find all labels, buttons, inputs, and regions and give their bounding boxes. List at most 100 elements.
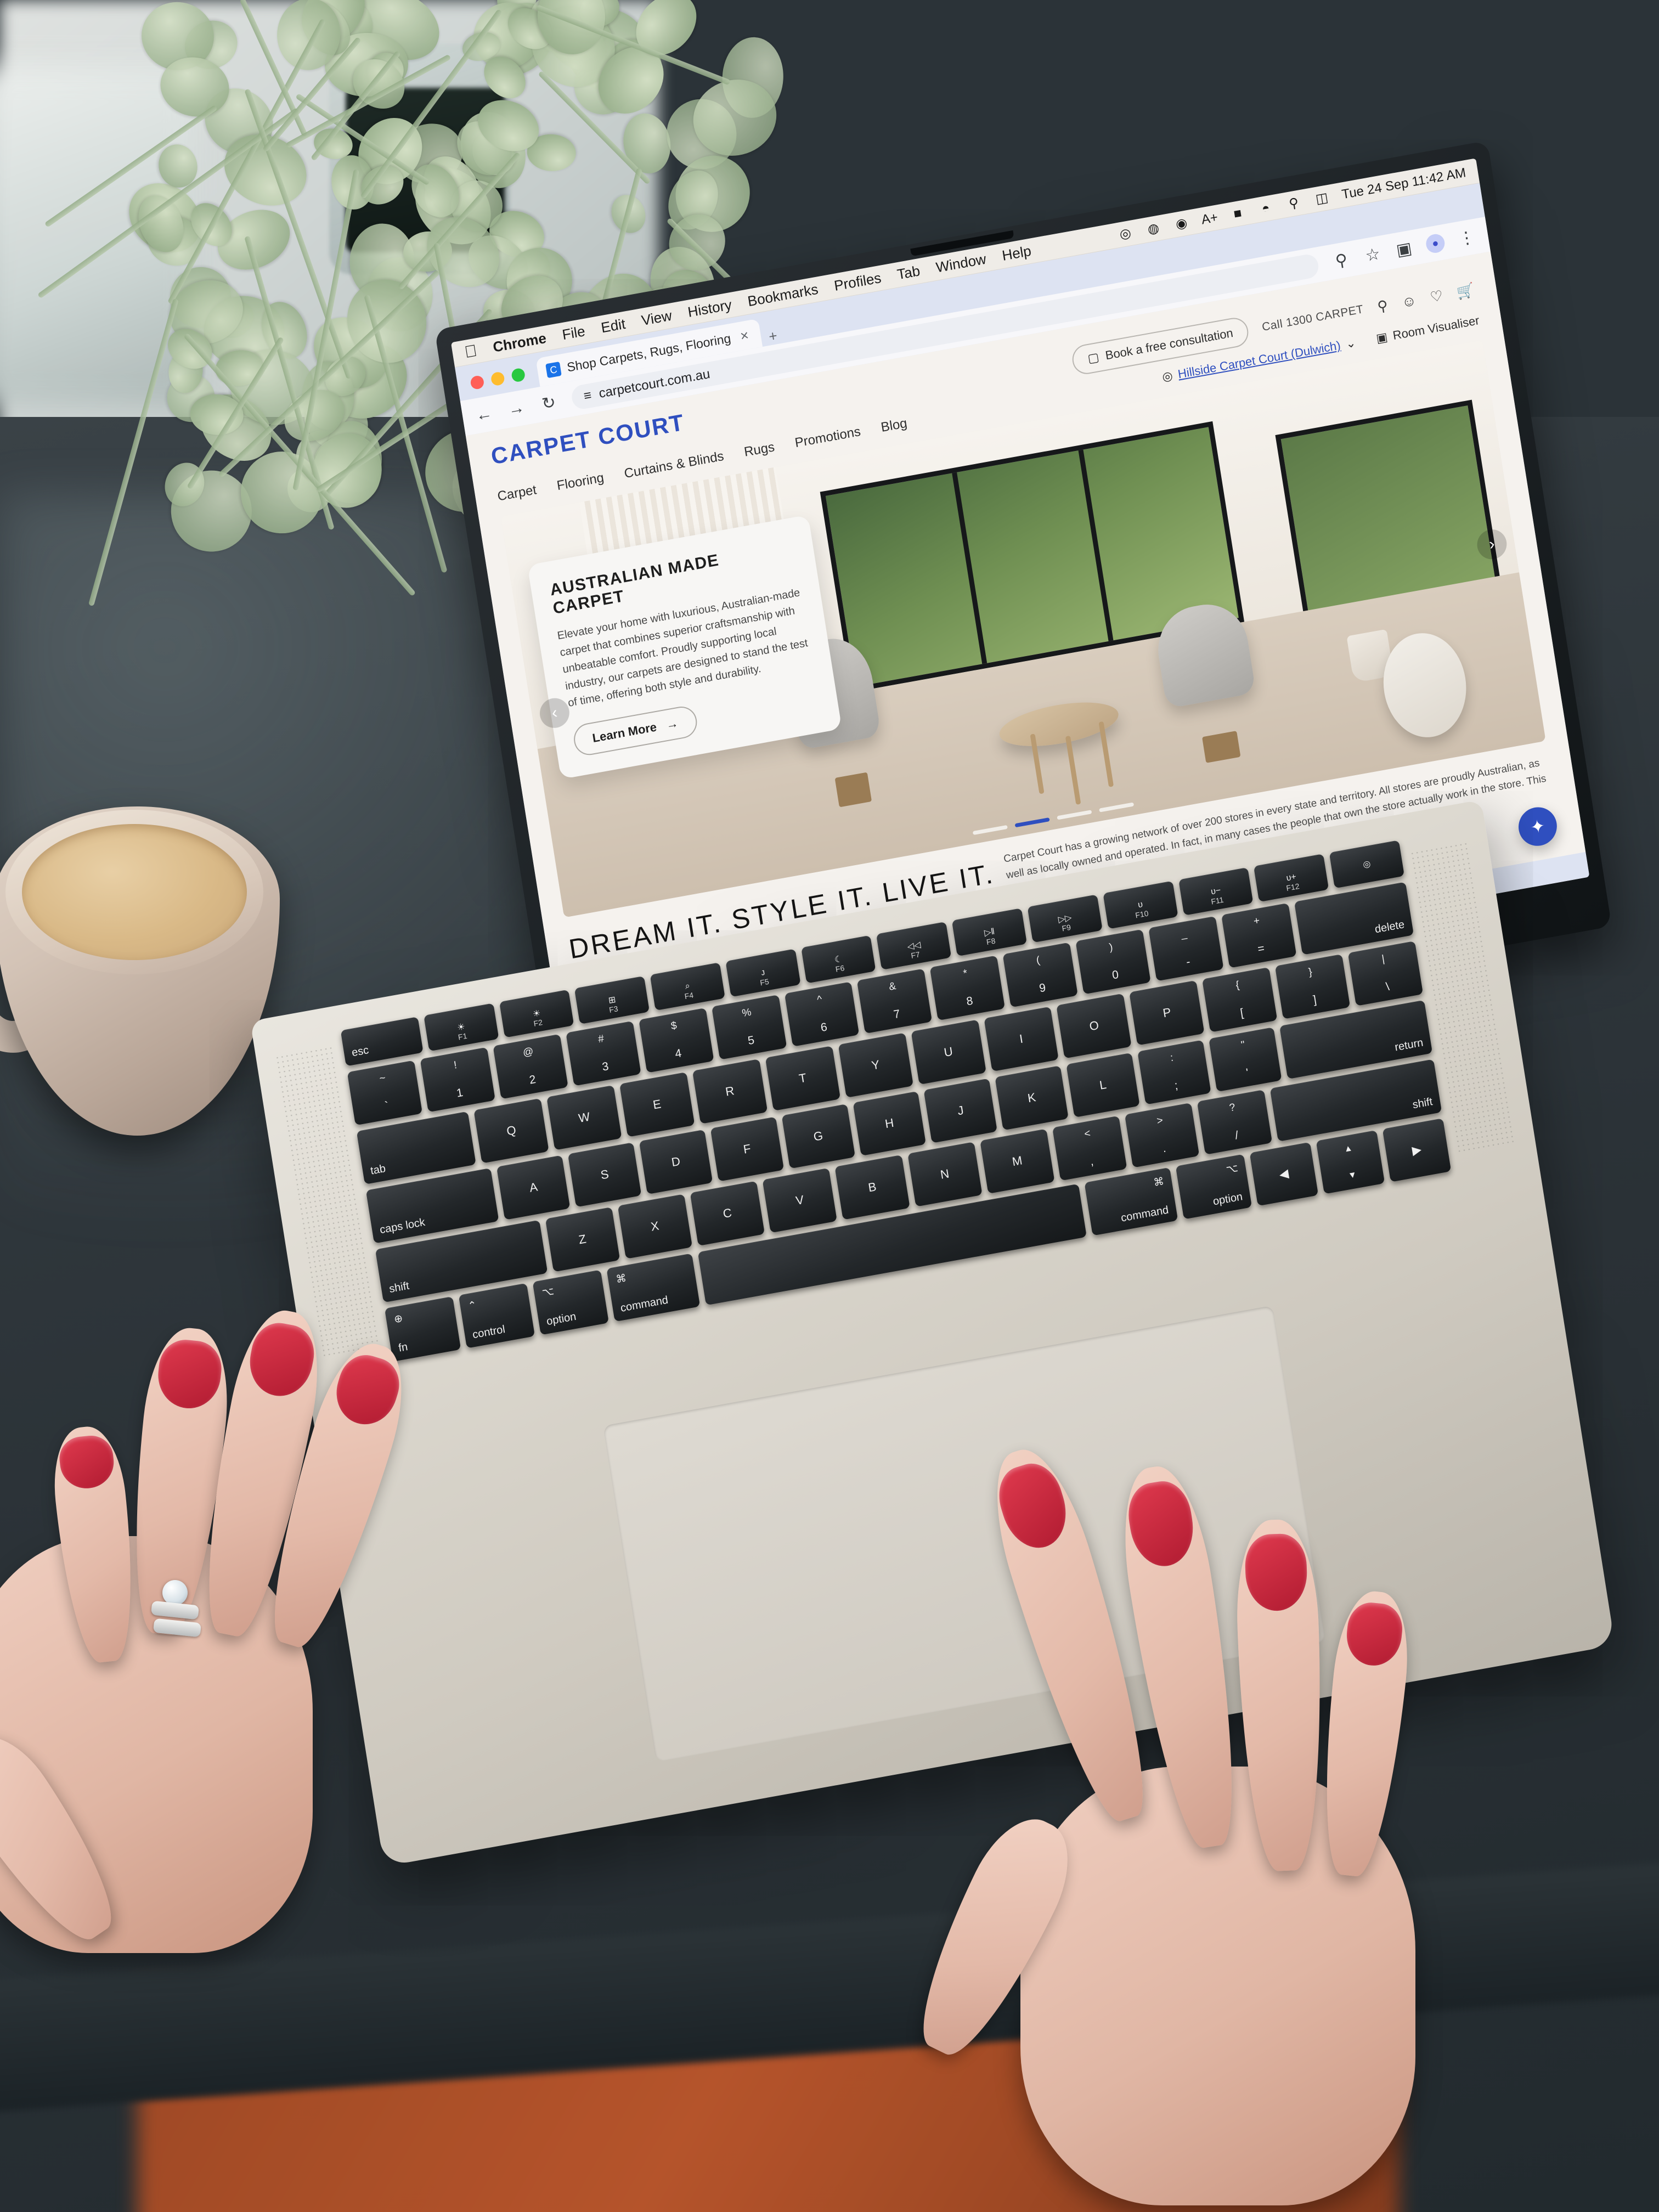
key-quote[interactable]: " ' [1208,1027,1282,1092]
chevron-down-icon[interactable]: ⌄ [1345,336,1357,352]
menu-item-tab[interactable]: Tab [896,262,921,283]
key-m[interactable]: M [979,1128,1055,1194]
menu-item-history[interactable]: History [687,296,733,321]
forward-button[interactable]: → [506,398,527,420]
stage-manager-off-icon[interactable]: ◎ [1116,224,1135,244]
key-e[interactable]: E [619,1072,695,1137]
key-u[interactable]: U [911,1019,986,1085]
key-n[interactable]: N [907,1142,983,1207]
reload-button[interactable]: ↻ [538,392,560,414]
nav-item-carpet[interactable]: Carpet [496,482,538,504]
key-fn-F1[interactable]: ☀ F1 [423,1003,499,1052]
menu-item-profiles[interactable]: Profiles [833,269,882,295]
key-command-right[interactable]: ⌘ command [1084,1167,1178,1236]
nav-item-promotions[interactable]: Promotions [794,424,862,451]
cart-icon[interactable]: 🛒 [1455,281,1476,301]
key-t[interactable]: T [765,1046,840,1111]
key-v[interactable]: V [762,1167,838,1233]
key-h[interactable]: H [853,1091,927,1156]
key-s[interactable]: S [568,1142,642,1207]
nav-item-blog[interactable]: Blog [880,416,909,436]
key-q[interactable]: Q [473,1098,549,1164]
screen-mirroring-off-icon[interactable]: ◍ [1144,219,1163,238]
key-c[interactable]: C [690,1181,765,1246]
key-fn-F12[interactable]: ᴜ+ F12 [1254,854,1329,902]
key-arrow-up-down[interactable]: ▲ ▼ [1316,1130,1385,1194]
close-window-button[interactable] [470,375,485,391]
nav-item-rugs[interactable]: Rugs [743,439,776,460]
minimize-window-button[interactable] [490,371,505,387]
key-fn-◎[interactable]: ◎ [1329,840,1404,889]
key-6[interactable]: ^ 6 [784,981,860,1047]
key-3[interactable]: #3 [566,1020,641,1086]
key-p[interactable]: P [1129,980,1205,1046]
key-y[interactable]: Y [838,1032,913,1098]
extensions-puzzle-icon[interactable]: ▣ [1393,238,1415,261]
key-g[interactable]: G [781,1104,855,1169]
key-arrow-up[interactable]: ▲ [1342,1135,1355,1163]
key-j[interactable]: J [923,1078,998,1143]
apple-menu-icon[interactable]:  [463,341,478,362]
key-[[interactable]: {[ [1202,967,1278,1032]
menu-item-help[interactable]: Help [1001,242,1032,264]
key-2[interactable]: @2 [493,1034,568,1099]
key-\[interactable]: | \ [1347,941,1424,1006]
search-icon[interactable]: ⚲ [1376,297,1389,315]
key-option-left[interactable]: ⌥ option [532,1269,610,1335]
key-f[interactable]: F [710,1116,784,1182]
key-5[interactable]: % 5 [711,995,787,1060]
key-r[interactable]: R [692,1059,768,1124]
account-icon[interactable]: ☺ [1401,291,1418,311]
control-center-icon[interactable]: ◫ [1312,189,1331,208]
nav-item-flooring[interactable]: Flooring [556,470,605,494]
key-fn-F3[interactable]: ⊞ F3 [574,975,650,1024]
key-arrow-right[interactable]: ▶ [1382,1118,1452,1182]
key-period[interactable]: >. [1125,1102,1200,1168]
key-fn-F7[interactable]: ◁◁ F7 [876,921,952,970]
key-`[interactable]: ~ ` [347,1060,422,1126]
battery-icon[interactable]: ■ [1228,204,1247,223]
menu-item-edit[interactable]: Edit [600,315,627,337]
back-button[interactable]: ← [473,404,495,426]
key-][interactable]: }] [1275,953,1351,1019]
key-0[interactable]: ) 0 [1075,929,1151,995]
key-semicolon[interactable]: :; [1137,1040,1211,1105]
new-tab-button[interactable]: + [764,326,782,346]
key-o[interactable]: O [1056,993,1132,1059]
key-slash[interactable]: ? / [1197,1090,1272,1155]
site-info-tune-icon[interactable]: ≡ [583,388,592,404]
key-arrow-left[interactable]: ◀ [1249,1142,1319,1206]
zoom-out-icon[interactable]: ⚲ [1331,249,1352,272]
key-fn-F9[interactable]: ▷▷ F9 [1027,894,1103,943]
key-b[interactable]: B [834,1154,910,1220]
key-comma[interactable]: <, [1052,1115,1127,1181]
wifi-icon[interactable]: ◓ [1256,199,1275,218]
key-fn-F6[interactable]: ☾ F6 [800,935,876,984]
key-fn-F11[interactable]: ᴜ− F11 [1178,867,1254,916]
key-4[interactable]: $4 [638,1007,714,1073]
key-option-right[interactable]: ⌥ option [1175,1154,1252,1220]
key-x[interactable]: X [617,1194,693,1259]
key-8[interactable]: * 8 [930,955,1006,1021]
key-k[interactable]: K [995,1065,1069,1131]
learn-more-button[interactable]: Learn More → [571,704,699,758]
bookmark-star-icon[interactable]: ☆ [1362,244,1384,266]
key-fn-F2[interactable]: ☀ F2 [499,989,574,1038]
profile-avatar-icon[interactable]: ● [1424,233,1446,255]
menu-item-file[interactable]: File [561,323,586,343]
key-command-left[interactable]: ⌘ command [606,1253,700,1322]
chrome-menu-icon[interactable]: ⋮ [1456,227,1477,249]
notification-badge-icon[interactable]: ◉ [1172,214,1191,233]
close-tab-icon[interactable]: × [736,326,753,345]
laptop-keyboard[interactable]: esc ☀ F1 ☀ F2 ⊞ F3 ⌕ F4 ᴊ F5 ☾ F6 ◁◁ F7 ▷‖ F8 ▷▷ F9 ᴜ F10 ᴜ− F… [340,840,1452,1362]
key-9[interactable]: (9 [1002,942,1079,1008]
key--[interactable]: _ - [1148,916,1224,981]
key-i[interactable]: I [983,1006,1059,1072]
key-=[interactable]: + = [1221,902,1297,968]
menu-item-view[interactable]: View [640,307,673,330]
wishlist-heart-icon[interactable]: ♡ [1429,287,1444,306]
key-7[interactable]: & 7 [857,968,933,1034]
chat-widget-button[interactable]: ✦ [1516,804,1560,849]
key-d[interactable]: D [639,1129,713,1195]
spotlight-search-icon[interactable]: ⚲ [1284,194,1303,213]
